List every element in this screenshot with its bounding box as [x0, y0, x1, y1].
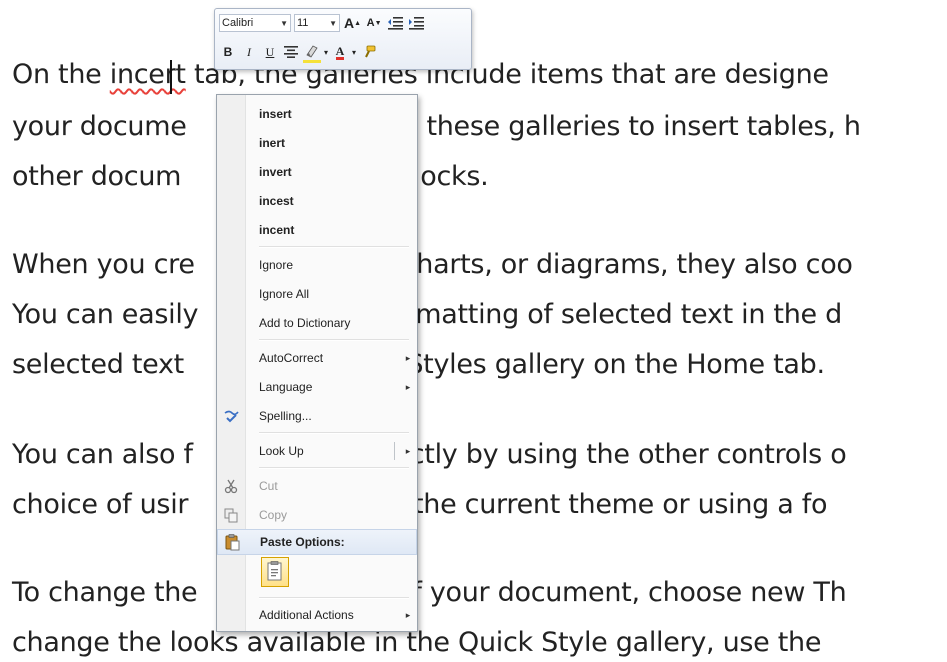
bold-button[interactable]: B	[219, 43, 237, 61]
doc-text: On the	[12, 59, 110, 90]
submenu-arrow-icon: ▸	[405, 381, 411, 392]
menu-item-paste-options: Paste Options:	[217, 529, 417, 555]
menu-item-ignore-all[interactable]: Ignore All	[217, 281, 417, 307]
menu-item-label: Paste Options:	[260, 535, 345, 549]
submenu-arrow-icon: ▸	[405, 609, 411, 620]
paste-keep-text-only-button[interactable]	[261, 557, 289, 587]
menu-item-language[interactable]: Language ▸	[217, 374, 417, 400]
menu-item-label: Ignore	[259, 258, 294, 272]
menu-item-autocorrect[interactable]: AutoCorrect ▸	[217, 345, 417, 371]
doc-line-7: You can also f rectly by using the other…	[12, 439, 847, 470]
menu-item-label: Add to Dictionary	[259, 316, 351, 330]
shrink-font-button[interactable]: A ▼	[365, 14, 383, 32]
menu-item-label: inert	[259, 136, 286, 150]
menu-separator	[259, 246, 409, 248]
menu-item-label: Cut	[259, 479, 278, 493]
doc-line-9: To change the of your document, choose n…	[12, 577, 847, 608]
paste-keep-text-only-icon	[267, 561, 282, 581]
menu-item-label: Language	[259, 380, 313, 394]
menu-item-suggestion-incent[interactable]: incent	[217, 217, 417, 243]
menu-item-suggestion-inert[interactable]: inert	[217, 130, 417, 156]
menu-separator	[259, 597, 409, 599]
menu-item-suggestion-invert[interactable]: invert	[217, 159, 417, 185]
spelling-check-icon	[217, 403, 245, 429]
chevron-down-icon[interactable]: ▼	[329, 19, 337, 28]
menu-item-label: Look Up	[259, 444, 304, 458]
increase-indent-button[interactable]	[407, 14, 425, 32]
misspelled-word[interactable]: incert	[110, 59, 186, 90]
font-size-combo[interactable]: 11 ▼	[294, 14, 340, 32]
submenu-arrow-icon[interactable]: ▸	[399, 446, 417, 457]
menu-item-label: incest	[259, 194, 294, 208]
menu-item-label: invert	[259, 165, 292, 179]
align-center-icon	[284, 46, 298, 58]
font-name-value: Calibri	[222, 17, 254, 29]
mini-toolbar-row-1: Calibri ▼ 11 ▼ A ▲ A ▼	[219, 12, 425, 34]
increase-indent-icon	[409, 17, 425, 30]
decrease-indent-button[interactable]	[386, 14, 404, 32]
mini-toolbar-row-2: B I U ▾ A ▾	[219, 41, 377, 63]
decrease-indent-icon	[388, 17, 404, 30]
font-size-value: 11	[297, 17, 309, 29]
menu-item-add-to-dictionary[interactable]: Add to Dictionary	[217, 310, 417, 336]
underline-button[interactable]: U	[261, 43, 279, 61]
doc-line-2: your docume e these galleries to insert …	[12, 111, 861, 142]
menu-separator	[259, 339, 409, 341]
menu-item-look-up[interactable]: Look Up ▸	[217, 438, 417, 464]
highlighter-icon	[306, 44, 318, 58]
chevron-down-icon[interactable]: ▼	[280, 19, 288, 28]
font-name-combo[interactable]: Calibri ▼	[219, 14, 291, 32]
menu-item-suggestion-incest[interactable]: incest	[217, 188, 417, 214]
menu-item-copy: Copy	[217, 502, 417, 528]
doc-line-8: choice of usir m the current theme or us…	[12, 489, 828, 520]
center-align-button[interactable]	[282, 43, 300, 61]
grow-font-icon: A	[344, 15, 355, 31]
menu-item-label: Spelling...	[259, 409, 312, 423]
menu-item-cut: Cut	[217, 473, 417, 499]
split-button-divider	[394, 442, 395, 460]
menu-item-label: AutoCorrect	[259, 351, 324, 365]
format-painter-icon	[365, 45, 376, 58]
italic-button[interactable]: I	[240, 43, 258, 61]
menu-item-additional-actions[interactable]: Additional Actions ▸	[217, 602, 417, 628]
menu-separator	[259, 432, 409, 434]
doc-line-4: When you cre charts, or diagrams, they a…	[12, 249, 853, 280]
scissors-icon	[217, 473, 245, 499]
menu-item-spelling[interactable]: Spelling...	[217, 403, 417, 429]
submenu-arrow-icon: ▸	[405, 352, 411, 363]
paste-clipboard-icon	[218, 529, 246, 555]
mini-toolbar: Calibri ▼ 11 ▼ A ▲ A ▼ B I U ▾ A ▾	[214, 8, 472, 70]
shrink-font-icon: A	[366, 17, 375, 29]
font-color-icon: A	[335, 43, 345, 60]
highlight-dropdown-arrow[interactable]: ▾	[324, 48, 328, 57]
menu-item-label: Ignore All	[259, 287, 310, 301]
spelling-context-menu: insert inert invert incest incent Ignore…	[216, 94, 418, 632]
menu-item-label: Additional Actions	[259, 608, 354, 622]
format-painter-button[interactable]	[359, 43, 377, 61]
font-color-button[interactable]: A	[331, 43, 349, 61]
copy-icon	[217, 502, 245, 528]
text-caret	[170, 60, 172, 94]
menu-item-suggestion-insert[interactable]: insert	[217, 101, 417, 127]
menu-item-label: Copy	[259, 508, 288, 522]
menu-item-label: insert	[259, 107, 292, 121]
highlight-button[interactable]	[303, 42, 321, 63]
menu-item-ignore[interactable]: Ignore	[217, 252, 417, 278]
doc-line-5: You can easily ormatting of selected tex…	[12, 299, 842, 330]
grow-font-button[interactable]: A ▲	[343, 14, 362, 32]
menu-separator	[259, 467, 409, 469]
font-color-dropdown-arrow[interactable]: ▾	[352, 48, 356, 57]
menu-item-label: incent	[259, 223, 295, 237]
doc-line-6: selected text k Styles gallery on the Ho…	[12, 349, 825, 380]
